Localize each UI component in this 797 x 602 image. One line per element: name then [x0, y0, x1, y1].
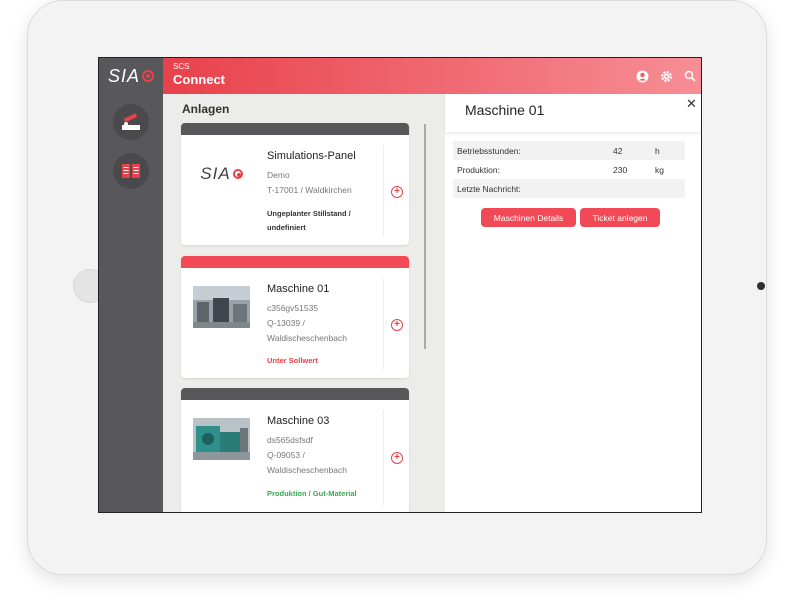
card-line-3: Waldischeschenbach — [267, 333, 348, 343]
row-value: 230 — [613, 164, 628, 175]
close-icon[interactable]: ✕ — [686, 96, 697, 112]
add-icon[interactable]: + — [391, 319, 403, 331]
sia-logo-image: SIA — [193, 153, 250, 195]
machine-image — [193, 286, 250, 328]
card-status: Ungeplanter Stillstand / — [267, 209, 351, 218]
app-screen: SIA SCS Connect Anlagen SIA Simulations-… — [98, 57, 702, 513]
card-divider — [383, 145, 384, 237]
card-status-line-2: undefiniert — [267, 223, 306, 232]
card-status: Produktion / Gut-Material — [267, 489, 357, 498]
row-unit: kg — [655, 164, 664, 175]
gear-icon[interactable] — [659, 69, 673, 83]
machine-card[interactable]: Maschine 01 c356gv51535 Q-13039 / Waldis… — [181, 256, 409, 378]
card-divider — [383, 278, 384, 370]
machine-card[interactable]: Maschine 03 ds565dsfsdf Q-09053 / Waldis… — [181, 388, 409, 512]
sidebar: SIA — [99, 58, 163, 512]
detail-title: Maschine 01 — [465, 102, 545, 118]
card-name: Simulations-Panel — [267, 150, 356, 162]
card-name: Maschine 01 — [267, 283, 330, 295]
create-ticket-button[interactable]: Ticket anlegen — [580, 208, 660, 227]
machine-card[interactable]: SIA Simulations-Panel Demo T-17001 / Wal… — [181, 123, 409, 245]
card-line-2: T-17001 / Waldkirchen — [267, 185, 352, 195]
card-line-1: Demo — [267, 170, 290, 180]
search-icon[interactable] — [683, 69, 697, 83]
detail-panel: Maschine 01 ✕ Betriebsstunden: 42 h Prod… — [445, 94, 701, 512]
card-line-2: Q-13039 / — [267, 318, 305, 328]
user-icon[interactable] — [635, 69, 649, 83]
detail-header: Maschine 01 ✕ — [445, 94, 701, 132]
table-row: Letzte Nachricht: — [453, 179, 685, 198]
row-label: Letzte Nachricht: — [457, 183, 521, 194]
row-unit: h — [655, 145, 660, 156]
list-title: Anlagen — [182, 102, 230, 116]
machine-image — [193, 418, 250, 460]
card-status-bar — [181, 388, 409, 400]
table-row: Produktion: 230 kg — [453, 160, 685, 179]
machine-details-button[interactable]: Maschinen Details — [481, 208, 576, 227]
card-status-bar — [181, 256, 409, 268]
card-logo-text: SIA — [200, 164, 231, 183]
camera-icon — [757, 282, 765, 290]
card-logo-ring-icon — [232, 169, 243, 179]
machine-arm-icon — [122, 113, 140, 130]
card-status: Unter Sollwert — [267, 356, 318, 365]
table-row: Betriebsstunden: 42 h — [453, 141, 685, 160]
row-label: Produktion: — [457, 164, 500, 175]
card-line-1: ds565dsfsdf — [267, 435, 313, 445]
scrollbar[interactable] — [424, 124, 426, 349]
logo-text: SIA — [107, 65, 140, 86]
logo-ring-icon — [142, 70, 154, 82]
card-divider — [383, 410, 384, 506]
sidebar-item-docs[interactable] — [113, 153, 149, 189]
card-line-1: c356gv51535 — [267, 303, 319, 313]
card-status-bar — [181, 123, 409, 135]
header-subtitle: SCS — [173, 62, 190, 71]
anlagen-panel: Anlagen SIA Simulations-Panel Demo T-170… — [163, 94, 445, 512]
sidebar-item-anlagen[interactable] — [113, 104, 149, 140]
header-title: Connect — [173, 72, 225, 87]
add-icon[interactable]: + — [391, 186, 403, 198]
card-name: Maschine 03 — [267, 415, 330, 427]
card-line-2: Q-09053 / — [267, 450, 305, 460]
row-label: Betriebsstunden: — [457, 145, 521, 156]
add-icon[interactable]: + — [391, 452, 403, 464]
detail-table: Betriebsstunden: 42 h Produktion: 230 kg… — [453, 141, 685, 198]
logo: SIA — [99, 58, 163, 94]
app-header: SCS Connect — [163, 58, 701, 94]
card-line-3: Waldischeschenbach — [267, 465, 348, 475]
row-value: 42 — [613, 145, 623, 156]
book-icon — [122, 164, 140, 178]
